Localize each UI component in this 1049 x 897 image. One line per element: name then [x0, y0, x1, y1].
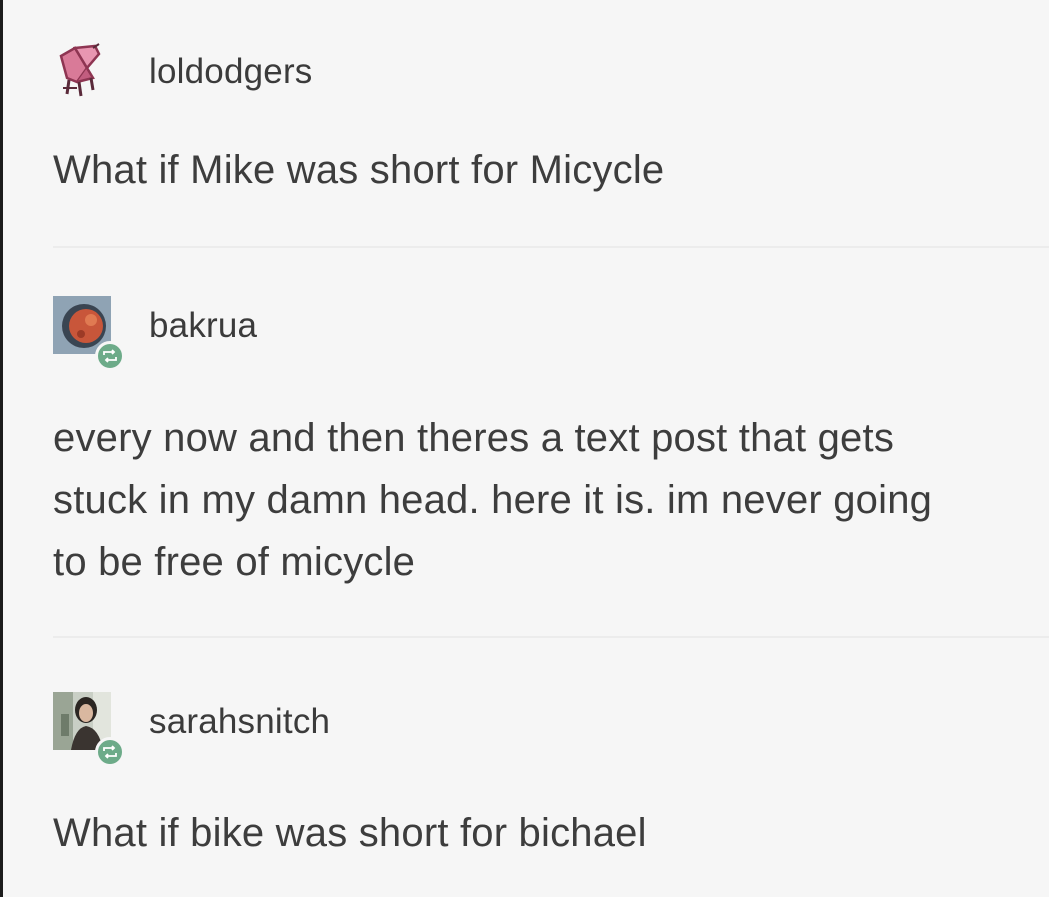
post-text: every now and then theres a text post th… [53, 416, 933, 584]
post-header: loldodgers [53, 42, 1049, 102]
pink-chair-avatar-icon [53, 42, 111, 100]
post-sarahsnitch: sarahsnitch What if bike was short for b… [53, 692, 1049, 864]
username[interactable]: loldodgers [149, 52, 313, 92]
avatar[interactable] [53, 42, 125, 102]
post-bakrua: bakrua every now and then theres a text … [53, 296, 1049, 593]
avatar[interactable] [53, 296, 125, 371]
reblog-icon [95, 341, 125, 371]
post-divider [53, 636, 1049, 638]
post-text: What if bike was short for bichael [53, 811, 647, 855]
username[interactable]: bakrua [149, 306, 257, 346]
screen-left-edge [0, 0, 3, 897]
post-divider [53, 246, 1049, 248]
post-text: What if Mike was short for Micycle [53, 148, 665, 192]
username[interactable]: sarahsnitch [149, 702, 330, 742]
post-loldodgers: loldodgers What if Mike was short for Mi… [53, 42, 1049, 201]
post-header: bakrua [53, 296, 1049, 371]
avatar[interactable] [53, 692, 125, 767]
reblog-icon [95, 737, 125, 767]
post-header: sarahsnitch [53, 692, 1049, 767]
